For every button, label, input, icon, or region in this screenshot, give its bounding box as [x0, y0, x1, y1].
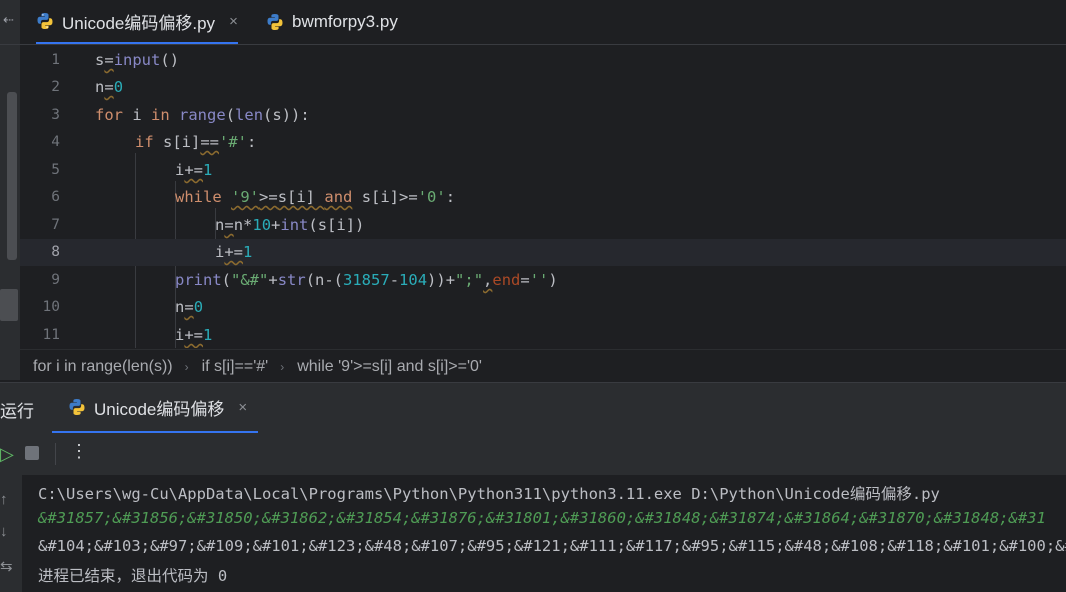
line-number: 9: [51, 272, 60, 288]
code-line: 6 while '9'>=s[i] and s[i]>='0':: [20, 184, 1066, 211]
line-number: 7: [51, 217, 60, 233]
python-file-icon: [69, 399, 85, 415]
scrollbar-thumb[interactable]: [7, 92, 17, 260]
scroll-down-icon[interactable]: ↓: [0, 523, 8, 540]
run-toolbar: ▷ ⋮: [0, 433, 1066, 475]
rerun-icon[interactable]: ▷: [0, 444, 14, 465]
line-number: 11: [42, 327, 60, 343]
left-strip-top: ⇠: [0, 0, 20, 44]
code-line: 1 s=input(): [20, 47, 1066, 74]
soft-wrap-icon[interactable]: ⇆: [0, 557, 13, 575]
console-command-line: C:\Users\wg-Cu\AppData\Local\Programs\Py…: [38, 485, 940, 503]
editor-tab-unicode[interactable]: Unicode编码偏移.py ×: [36, 0, 238, 44]
code-line: 4 if s[i]=='#':: [20, 129, 1066, 156]
console-output-line: &#104;&#103;&#97;&#109;&#101;&#123;&#48;…: [38, 537, 1066, 555]
code-line: 5 i+=1: [20, 157, 1066, 184]
run-window-title: 运行: [0, 402, 34, 421]
code-text: i+=1: [215, 243, 253, 261]
code-line: 2 n=0: [20, 74, 1066, 101]
code-line: 7 n=n*10+int(s[i]): [20, 212, 1066, 239]
left-tool-strip: [0, 45, 20, 380]
code-text: i+=1: [175, 161, 213, 179]
breadcrumb-item-while[interactable]: while '9'>=s[i] and s[i]>='0': [297, 358, 482, 376]
code-text: s=input(): [95, 51, 180, 69]
line-number: 3: [51, 107, 60, 123]
code-line: 3 for i in range(len(s)):: [20, 102, 1066, 129]
code-text: n=0: [175, 298, 204, 316]
breadcrumb-separator: ›: [184, 359, 189, 374]
run-tab-label: Unicode编码偏移: [94, 399, 225, 419]
editor-tab-label: bwmforpy3.py: [292, 12, 398, 31]
close-tab-icon[interactable]: ×: [229, 13, 238, 30]
line-number: 4: [51, 134, 60, 150]
run-tab-unicode[interactable]: Unicode编码偏移 ×: [52, 383, 258, 434]
toolbar-divider: [55, 443, 56, 465]
code-line-current: 8 i+=1: [20, 239, 1066, 266]
line-number: 5: [51, 162, 60, 178]
tool-strip-button[interactable]: [0, 289, 18, 321]
line-number: 1: [51, 52, 60, 68]
more-options-icon[interactable]: ⋮: [70, 441, 88, 462]
code-text: i+=1: [175, 326, 213, 344]
console-output[interactable]: C:\Users\wg-Cu\AppData\Local\Programs\Py…: [22, 475, 1066, 592]
code-text: print("&#"+str(n-(31857-104))+";",end=''…: [175, 271, 558, 289]
python-file-icon: [267, 14, 283, 30]
line-number: 2: [51, 79, 60, 95]
line-number: 6: [51, 189, 60, 205]
breadcrumb: for i in range(len(s)) › if s[i]=='#' › …: [20, 349, 1066, 383]
collapse-arrow-icon[interactable]: ⇠: [3, 12, 14, 28]
close-run-tab-icon[interactable]: ×: [238, 399, 247, 416]
code-text: n=0: [95, 78, 124, 96]
code-editor[interactable]: 1 s=input() 2 n=0 3 for i in range(len(s…: [20, 45, 1066, 348]
editor-tab-label: Unicode编码偏移.py: [62, 13, 216, 33]
code-text: for i in range(len(s)):: [95, 106, 310, 124]
breadcrumb-item-if[interactable]: if s[i]=='#': [202, 358, 269, 376]
line-number: 10: [42, 299, 60, 315]
code-line: 9 print("&#"+str(n-(31857-104))+";",end=…: [20, 267, 1066, 294]
breadcrumb-item-for[interactable]: for i in range(len(s)): [33, 358, 173, 376]
code-text: while '9'>=s[i] and s[i]>='0':: [175, 188, 456, 206]
python-file-icon: [37, 13, 53, 29]
run-tool-window-header: 运行 Unicode编码偏移 ×: [0, 382, 1066, 434]
breadcrumb-separator: ›: [280, 359, 285, 374]
code-line: 11 i+=1: [20, 322, 1066, 348]
console-side-toolbar: ↑ ↓ ⇆: [0, 475, 22, 592]
editor-tab-bar: ⇠ Unicode编码偏移.py × bwmforpy3.py: [0, 0, 1066, 45]
scroll-up-icon[interactable]: ↑: [0, 491, 8, 508]
stop-icon[interactable]: [25, 446, 39, 460]
code-line: 10 n=0: [20, 294, 1066, 321]
line-number: 8: [51, 244, 60, 260]
code-text: if s[i]=='#':: [135, 133, 257, 151]
console-input-line: &#31857;&#31856;&#31850;&#31862;&#31854;…: [38, 509, 1046, 527]
code-text: n=n*10+int(s[i]): [215, 216, 365, 234]
editor-tab-bwmforpy3[interactable]: bwmforpy3.py: [266, 0, 398, 44]
console-exit-line: 进程已结束，退出代码为 0: [38, 567, 228, 585]
